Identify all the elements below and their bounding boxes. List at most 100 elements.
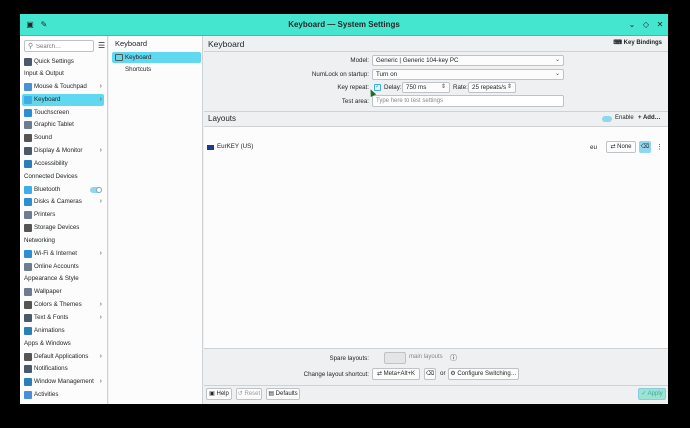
- add-layout-button[interactable]: + Add…: [638, 115, 661, 121]
- sidebar-item-storage-devices[interactable]: Storage Devices: [22, 222, 104, 234]
- reset-icon: ↺: [237, 391, 245, 397]
- defaults-button[interactable]: ▤ Defaults: [266, 388, 300, 400]
- graphic-tablet-icon: [24, 121, 32, 130]
- sidebar-item-window-management[interactable]: Window Management ›: [22, 376, 104, 388]
- delay-spinbox[interactable]: 750 ms ⇕: [402, 82, 450, 93]
- subpanel-item-keyboard[interactable]: Keyboard: [112, 52, 201, 63]
- clear-shortcut-button[interactable]: ⌫: [424, 368, 436, 380]
- spin-arrows-icon: ⇕: [440, 84, 446, 90]
- layouts-list: [204, 127, 668, 348]
- model-label: Model:: [350, 57, 369, 64]
- sidebar-item-label: Default Applications: [34, 352, 89, 360]
- model-combo[interactable]: Generic | Generic 104-key PC ⌄: [372, 55, 564, 66]
- chevron-right-icon: ›: [99, 314, 102, 321]
- subpanel-item-shortcuts[interactable]: Shortcuts: [112, 64, 201, 75]
- chevron-down-icon: ⌄: [554, 57, 560, 63]
- defaults-icon: ▤: [268, 391, 276, 397]
- sidebar-item-wi-fi-internet[interactable]: Wi-Fi & Internet ›: [22, 248, 104, 260]
- add-label: Add…: [642, 115, 661, 121]
- key-repeat-checkbox[interactable]: ✓: [374, 84, 381, 91]
- hamburger-menu-icon[interactable]: ☰: [98, 41, 105, 50]
- remove-layout-button[interactable]: ⌫: [639, 141, 651, 153]
- sidebar-item-default-applications[interactable]: Default Applications ›: [22, 351, 104, 363]
- title-bar[interactable]: ▣ ✎ Keyboard — System Settings ⌄ ◇ ✕: [20, 14, 668, 36]
- reset-button[interactable]: ↺ Reset: [236, 388, 262, 400]
- sidebar-item-label: Disks & Cameras: [34, 198, 82, 206]
- wallpaper-icon: [24, 288, 32, 297]
- divider: [204, 51, 668, 52]
- accessibility-icon: [24, 159, 32, 168]
- sidebar-section-header: Networking: [24, 236, 55, 244]
- layouts-enable-toggle[interactable]: [602, 116, 612, 122]
- spare-layouts-label: Spare layouts:: [329, 355, 369, 362]
- delay-value: 750 ms: [406, 84, 427, 91]
- sidebar-item-label: Mouse & Touchpad: [34, 83, 87, 90]
- overflow-menu-icon[interactable]: ⋮: [656, 143, 663, 151]
- keyboard-icon: ⌨: [613, 40, 624, 46]
- sidebar-item-mouse-touchpad[interactable]: Mouse & Touchpad ›: [22, 81, 104, 93]
- search-field[interactable]: ⚲: [24, 40, 94, 52]
- sidebar-item-activities[interactable]: Activities: [22, 389, 104, 401]
- storage-devices-icon: [24, 224, 32, 232]
- numlock-value: Turn on: [376, 71, 398, 78]
- sidebar-item-disks-cameras[interactable]: Disks & Cameras ›: [22, 196, 104, 208]
- sidebar-item-label: Colors & Themes: [34, 301, 82, 309]
- backspace-icon: ⌫: [425, 371, 435, 377]
- sidebar-item-label: Keyboard: [34, 95, 61, 103]
- rate-spinbox[interactable]: 25 repeats/s ⇕: [468, 82, 516, 93]
- sidebar-item-colors-themes[interactable]: Colors & Themes ›: [22, 299, 104, 311]
- numlock-combo[interactable]: Turn on ⌄: [372, 69, 564, 80]
- online-accounts-icon: [24, 262, 32, 271]
- sidebar-item-accessibility[interactable]: Accessibility: [22, 158, 104, 170]
- spare-layouts-spinbox[interactable]: [384, 352, 406, 364]
- window-management-icon: [24, 378, 32, 387]
- sidebar-item-quick-settings[interactable]: Quick Settings: [22, 56, 104, 68]
- numlock-label: NumLock on startup:: [311, 71, 369, 78]
- shortcut-button[interactable]: ⇄ Meta+Alt+K: [372, 368, 420, 380]
- configure-switching-button[interactable]: ⚙ Configure Switching…: [448, 368, 519, 380]
- sidebar-item-label: Wi-Fi & Internet: [34, 249, 77, 257]
- eu-flag-icon: [207, 145, 214, 150]
- sidebar-section-header: Connected Devices: [24, 172, 78, 180]
- apply-button[interactable]: ✓ Apply: [638, 388, 666, 400]
- sidebar-item-touchscreen[interactable]: Touchscreen: [22, 107, 104, 119]
- sidebar-item-label: Sound: [34, 134, 52, 142]
- keyboard-icon: [115, 54, 123, 61]
- sidebar-item-graphic-tablet[interactable]: Graphic Tablet: [22, 119, 104, 131]
- sidebar-item-animations[interactable]: Animations: [22, 325, 104, 337]
- minimize-icon[interactable]: ⌄: [626, 19, 638, 31]
- settings-window: ▣ ✎ Keyboard — System Settings ⌄ ◇ ✕ ⚲ ☰…: [20, 14, 668, 404]
- layout-variant-button[interactable]: ⇄ None: [606, 141, 636, 153]
- sidebar-item-bluetooth[interactable]: Bluetooth: [22, 184, 104, 196]
- sidebar-item-wallpaper[interactable]: Wallpaper: [22, 286, 104, 298]
- sidebar-item-label: Notifications: [34, 365, 68, 373]
- search-input[interactable]: [36, 42, 92, 51]
- bluetooth-toggle[interactable]: [90, 186, 102, 193]
- sidebar-section-header: Apps & Windows: [24, 339, 71, 347]
- help-label: Help: [216, 391, 229, 397]
- sidebar-item-notifications[interactable]: Notifications: [22, 363, 104, 375]
- close-icon[interactable]: ✕: [654, 19, 666, 31]
- layouts-title: Layouts: [208, 114, 237, 123]
- sidebar-item-keyboard[interactable]: Keyboard ›: [22, 93, 104, 106]
- shortcut-value: Meta+Alt+K: [383, 371, 416, 377]
- layout-row[interactable]: EurKEY (US) eu ⇄ None ⌫ ⋮: [204, 141, 668, 155]
- sidebar-item-text-fonts[interactable]: Text & Fonts ›: [22, 312, 104, 324]
- divider: [204, 385, 668, 386]
- layout-variant-label: None: [617, 144, 632, 150]
- sidebar-item-sound[interactable]: Sound: [22, 132, 104, 144]
- divider: [204, 111, 668, 112]
- reset-label: Reset: [244, 391, 261, 397]
- sidebar-item-display-monitor[interactable]: Display & Monitor ›: [22, 145, 104, 157]
- divider: [204, 348, 668, 349]
- subpanel-title: Keyboard: [115, 39, 148, 48]
- sidebar-item-online-accounts[interactable]: Online Accounts: [22, 261, 104, 273]
- test-area-input[interactable]: Type here to test settings: [372, 95, 564, 107]
- sidebar-item-printers[interactable]: Printers: [22, 209, 104, 221]
- maximize-icon[interactable]: ◇: [640, 19, 652, 31]
- sidebar-item-label: Wallpaper: [34, 288, 62, 296]
- test-area-label: Test area:: [341, 98, 369, 105]
- help-button[interactable]: ▣ Help: [206, 388, 232, 400]
- sidebar-item-label: Online Accounts: [34, 262, 79, 270]
- key-bindings-button[interactable]: ⌨ Key Bindings: [613, 39, 662, 46]
